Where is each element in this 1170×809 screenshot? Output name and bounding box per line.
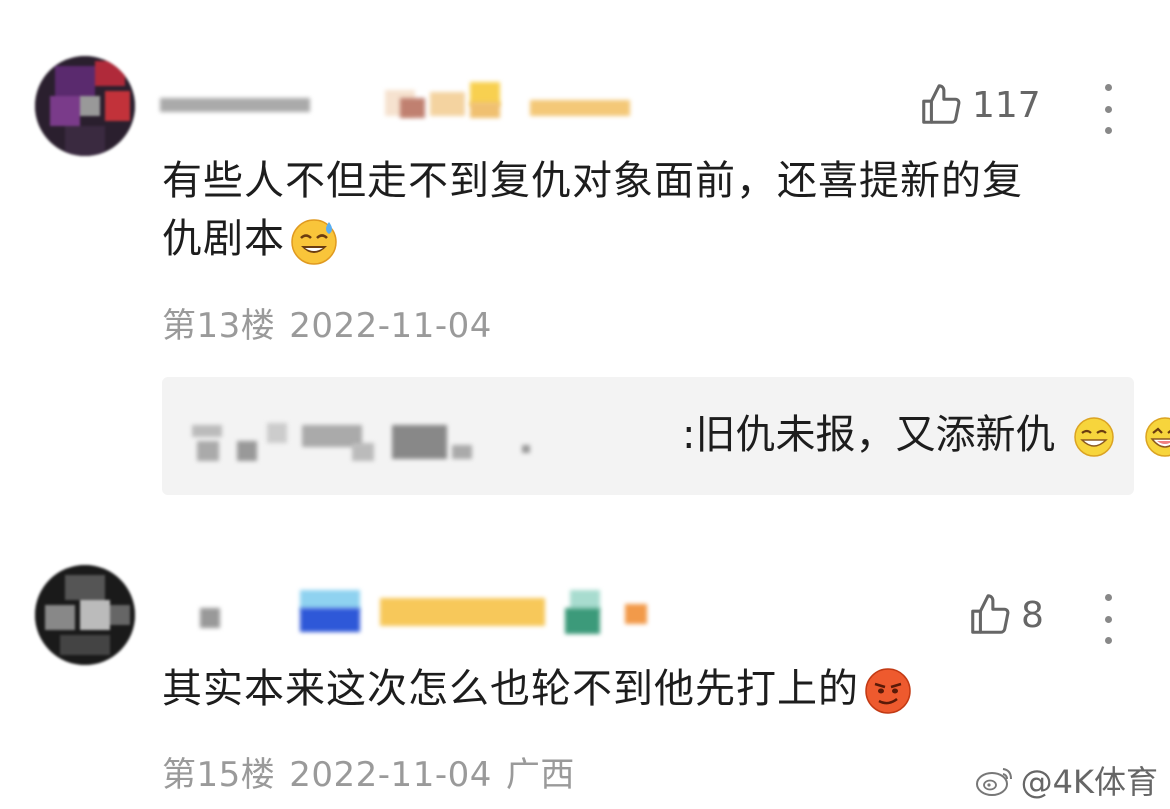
comment-text-line: 有些人不但走不到复仇对象面前，还喜提新的复 (162, 158, 1023, 204)
like-button[interactable]: 117 (918, 82, 1041, 128)
avatar[interactable] (35, 565, 135, 665)
avatar[interactable] (35, 56, 135, 156)
dot (1104, 105, 1112, 113)
laugh-emoji-icon (1145, 417, 1170, 457)
dot (1104, 594, 1112, 601)
more-options-button[interactable] (1098, 84, 1118, 134)
username-blurred[interactable] (195, 590, 655, 638)
dot (1104, 615, 1112, 623)
reply-text: :旧仇未报，又添新仇 (682, 407, 1170, 463)
reply-text-content: :旧仇未报，又添新仇 (682, 412, 1056, 458)
comment-text-line: 其实本来这次怎么也轮不到他先打上的 (162, 666, 859, 712)
comment-meta: 第13楼 2022-11-04 (162, 298, 506, 347)
like-count: 117 (972, 84, 1041, 126)
dot (1104, 84, 1112, 91)
username-blurred[interactable] (160, 82, 640, 120)
grin-emoji-icon (1074, 417, 1114, 457)
reply-preview[interactable]: :旧仇未报，又添新仇 (162, 377, 1170, 495)
dot (1104, 127, 1112, 134)
watermark-handle: @4K体育 (1020, 763, 1158, 801)
reply-username-blurred[interactable] (192, 415, 532, 461)
watermark: @4K体育 (975, 757, 1158, 803)
like-count: 8 (1021, 594, 1044, 636)
comment-meta: 第15楼 2022-11-04 广西 (162, 747, 589, 796)
comment-text: 其实本来这次怎么也轮不到他先打上的 (162, 660, 1142, 718)
weibo-logo-icon (975, 768, 1012, 796)
comment-text: 有些人不但走不到复仇对象面前，还喜提新的复 仇剧本 (162, 152, 1142, 268)
floor-number: 第13楼 (162, 306, 276, 346)
comment-date: 2022-11-04 (289, 306, 492, 346)
sweat-smile-emoji-icon (291, 219, 337, 265)
more-options-button[interactable] (1098, 594, 1118, 644)
dot (1104, 637, 1112, 644)
like-button[interactable]: 8 (967, 592, 1044, 638)
smirk-emoji-icon (865, 668, 911, 714)
thumbs-up-icon (922, 84, 961, 124)
comment-location: 广西 (505, 755, 575, 795)
comment-text-line-2: 仇剧本 (162, 210, 1142, 268)
thumbs-up-icon (971, 594, 1010, 634)
comment-date: 2022-11-04 (289, 755, 492, 795)
comment-text-line-2-text: 仇剧本 (162, 216, 285, 262)
floor-number: 第15楼 (162, 755, 276, 795)
